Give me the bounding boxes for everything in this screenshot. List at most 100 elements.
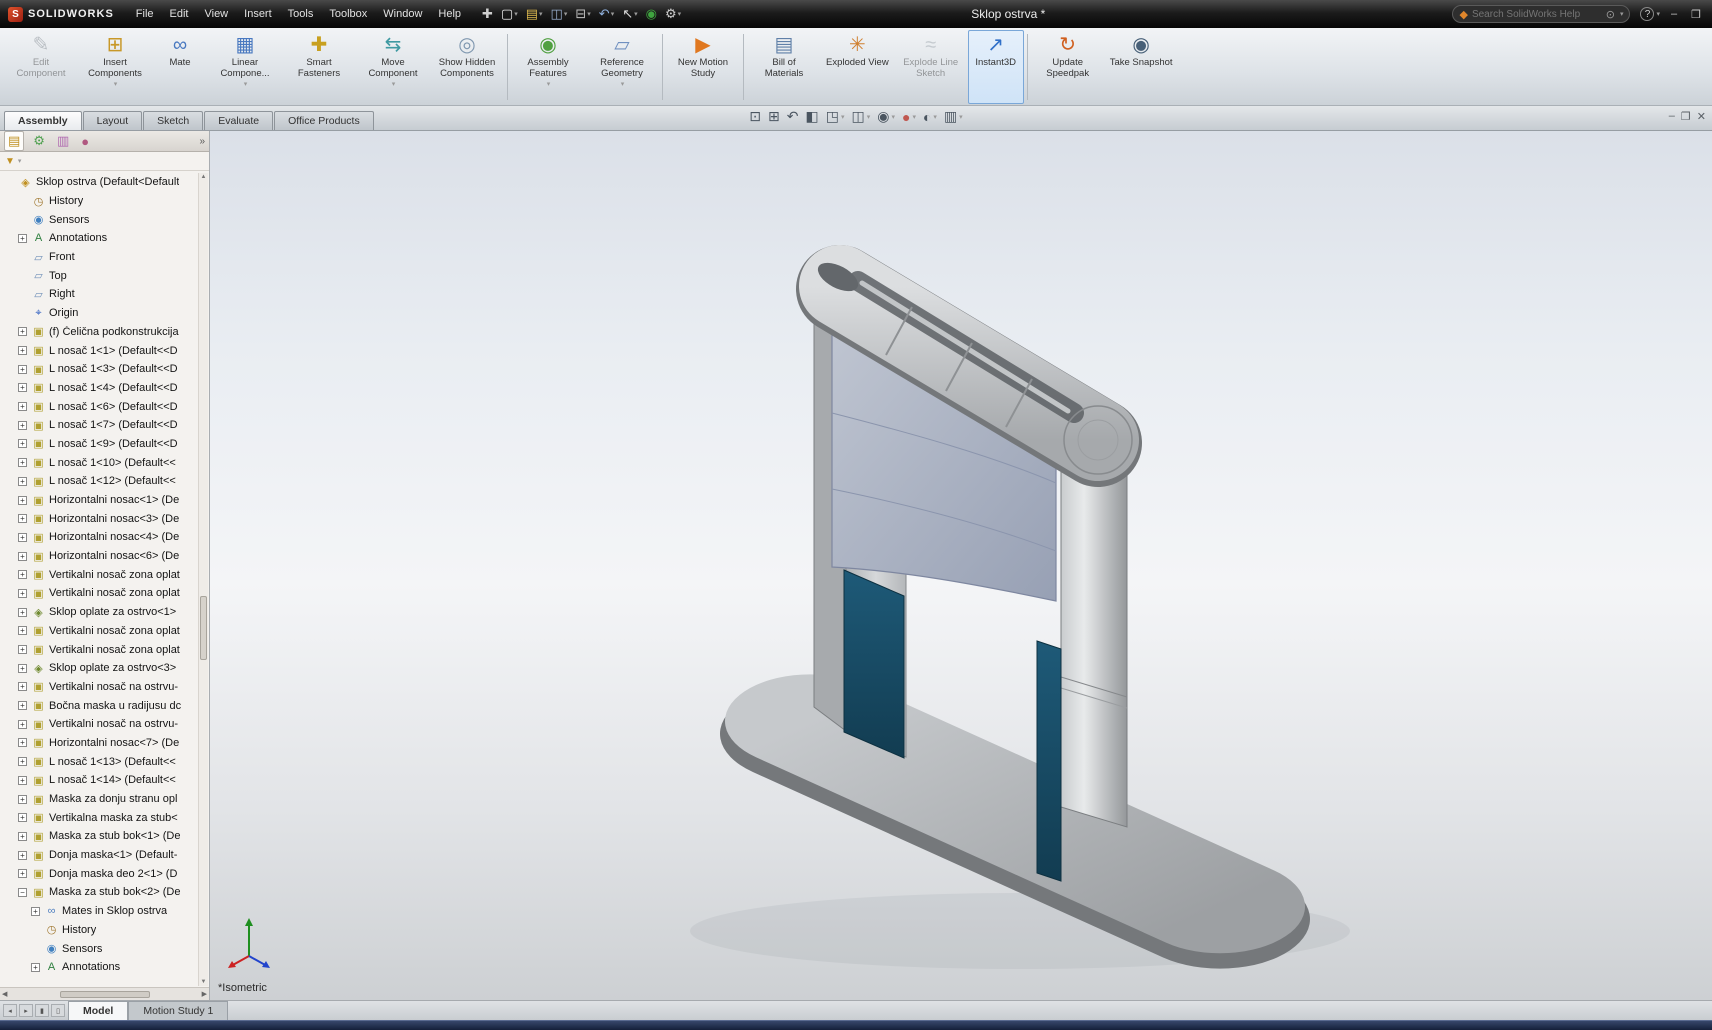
tree-item[interactable]: +◈Sklop oplate za ostrvo<3>	[3, 659, 197, 678]
tree-item[interactable]: −▣Maska za stub bok<2> (De	[3, 883, 197, 902]
chevron-down-icon[interactable]: ▾	[18, 157, 22, 165]
tree-item[interactable]: +▣Vertikalni nosač na ostrvu-	[3, 715, 197, 734]
expand-toggle[interactable]: +	[18, 626, 27, 635]
show-hidden-button[interactable]: ◎Show Hidden Components	[430, 30, 504, 104]
tree-vertical-scrollbar[interactable]: ▲ ▼	[198, 173, 208, 986]
tab-motion-study-1[interactable]: Motion Study 1	[128, 1001, 228, 1020]
search-input[interactable]	[1472, 9, 1602, 20]
menu-edit[interactable]: Edit	[162, 5, 197, 23]
instant3d-button[interactable]: ↗Instant3D	[968, 30, 1024, 104]
tree-item[interactable]: +▣L nosač 1<13> (Default<<	[3, 752, 197, 771]
expand-toggle[interactable]: +	[18, 776, 27, 785]
scroll-left-icon[interactable]: ◀	[2, 990, 7, 998]
tree-item[interactable]: +▣L nosač 1<4> (Default<<D	[3, 379, 197, 398]
expand-toggle[interactable]: +	[18, 813, 27, 822]
select-button[interactable]: ↖▾	[619, 5, 640, 23]
restore-button[interactable]: ❐	[1688, 8, 1704, 21]
tree-item[interactable]: +▣Horizontalni nosac<3> (De	[3, 509, 197, 528]
assembly-features-button[interactable]: ◉Assembly Features▾	[511, 30, 585, 104]
menu-insert[interactable]: Insert	[236, 5, 280, 23]
tab-assembly[interactable]: Assembly	[4, 111, 82, 130]
expand-toggle[interactable]: +	[18, 645, 27, 654]
tree-item[interactable]: +▣Vertikalna maska za stub<	[3, 808, 197, 827]
new-document-button[interactable]: ▢▾	[498, 5, 521, 23]
menu-help[interactable]: Help	[430, 5, 469, 23]
section-view-button[interactable]: ◧	[806, 108, 819, 125]
scroll-down-icon[interactable]: ▼	[199, 979, 208, 985]
tree-item[interactable]: +▣L nosač 1<6> (Default<<D	[3, 397, 197, 416]
tree-item[interactable]: +▣Maska za stub bok<1> (De	[3, 827, 197, 846]
tree-item[interactable]: +▣Bočna maska u radijusu dc	[3, 696, 197, 715]
tab-model[interactable]: Model	[68, 1001, 128, 1020]
exploded-view-button[interactable]: ✳Exploded View	[821, 30, 894, 104]
menu-file[interactable]: File	[128, 5, 162, 23]
tab-evaluate[interactable]: Evaluate	[204, 111, 273, 130]
doc-restore-button[interactable]: ❐	[1681, 110, 1691, 123]
tree-item[interactable]: ◈Sklop ostrva (Default<Default	[3, 173, 197, 192]
propertymanager-tab-button[interactable]: ⚙	[30, 132, 48, 150]
display-style-button[interactable]: ◫▾	[851, 108, 870, 125]
tree-item[interactable]: +▣Horizontalni nosac<1> (De	[3, 491, 197, 510]
expand-toggle[interactable]: +	[18, 851, 27, 860]
expand-toggle[interactable]: +	[18, 869, 27, 878]
doc-minimize-button[interactable]: –	[1669, 110, 1675, 123]
expand-toggle[interactable]: −	[18, 888, 27, 897]
tree-item[interactable]: ◉Sensors	[3, 210, 197, 229]
tree-item[interactable]: +◈Sklop oplate za ostrvo<1>	[3, 603, 197, 622]
tree-item[interactable]: ▱Top	[3, 266, 197, 285]
menu-view[interactable]: View	[196, 5, 236, 23]
options-button[interactable]: ⚙▾	[662, 5, 684, 23]
tab-layout[interactable]: Layout	[83, 111, 143, 130]
expand-toggle[interactable]: +	[18, 533, 27, 542]
tree-item[interactable]: +▣L nosač 1<3> (Default<<D	[3, 360, 197, 379]
expand-toggle[interactable]: +	[18, 234, 27, 243]
tree-item[interactable]: ▱Right	[3, 285, 197, 304]
tree-item[interactable]: +▣L nosač 1<1> (Default<<D	[3, 341, 197, 360]
tree-item[interactable]: +▣Donja maska deo 2<1> (D	[3, 864, 197, 883]
minimize-button[interactable]: –	[1668, 8, 1680, 20]
tab-office-products[interactable]: Office Products	[274, 111, 374, 130]
expand-toggle[interactable]: +	[18, 421, 27, 430]
3d-model[interactable]	[210, 131, 1712, 1000]
expand-toggle[interactable]: +	[18, 757, 27, 766]
expand-toggle[interactable]: +	[18, 383, 27, 392]
tree-item[interactable]: ▱Front	[3, 248, 197, 267]
zoom-to-fit-button[interactable]: ⊡	[749, 108, 761, 125]
tree-item[interactable]: +▣Vertikalni nosač na ostrvu-	[3, 678, 197, 697]
tree-item[interactable]: +▣L nosač 1<7> (Default<<D	[3, 416, 197, 435]
tree-item[interactable]: +▣L nosač 1<10> (Default<<	[3, 453, 197, 472]
smart-fasteners-button[interactable]: ✚Smart Fasteners	[282, 30, 356, 104]
chevron-down-icon[interactable]: ▾	[1620, 10, 1624, 18]
scrollbar-thumb[interactable]	[60, 991, 150, 998]
splitter-icon[interactable]: ▮	[35, 1004, 49, 1017]
bom-button[interactable]: ▤Bill of Materials	[747, 30, 821, 104]
view-orientation-button[interactable]: ◳▾	[826, 108, 845, 125]
expand-toggle[interactable]: +	[18, 608, 27, 617]
expand-toggle[interactable]: +	[18, 570, 27, 579]
expand-toggle[interactable]: +	[18, 496, 27, 505]
tree-item[interactable]: +▣Vertikalni nosač zona oplat	[3, 640, 197, 659]
expand-toggle[interactable]: +	[18, 458, 27, 467]
tree-item[interactable]: +▣Vertikalni nosač zona oplat	[3, 584, 197, 603]
tree-horizontal-scrollbar[interactable]: ◀ ▶	[0, 987, 209, 1000]
expand-toggle[interactable]: +	[18, 439, 27, 448]
expand-toggle[interactable]: +	[18, 477, 27, 486]
tree-item[interactable]: +▣Maska za donju stranu opl	[3, 790, 197, 809]
tree-item[interactable]: +▣Donja maska<1> (Default-	[3, 846, 197, 865]
menu-window[interactable]: Window	[375, 5, 430, 23]
expand-toggle[interactable]: +	[18, 402, 27, 411]
expand-toggle[interactable]: +	[18, 738, 27, 747]
rebuild-button[interactable]: ◉	[643, 5, 660, 23]
expand-toggle[interactable]: +	[18, 552, 27, 561]
expand-toggle[interactable]: +	[18, 795, 27, 804]
tab-sketch[interactable]: Sketch	[143, 111, 203, 130]
expand-toggle[interactable]: +	[31, 963, 40, 972]
menu-toolbox[interactable]: Toolbox	[321, 5, 375, 23]
featuremanager-tab-button[interactable]: ▤	[4, 131, 24, 151]
insert-components-button[interactable]: ⊞Insert Components▾	[78, 30, 152, 104]
update-speedpak-button[interactable]: ↻Update Speedpak	[1031, 30, 1105, 104]
save-button[interactable]: ◫▾	[548, 5, 571, 23]
motion-study-button[interactable]: ▶New Motion Study	[666, 30, 740, 104]
tree-item[interactable]: ◷History	[3, 921, 197, 940]
scroll-left-icon[interactable]: ◂	[3, 1004, 17, 1017]
